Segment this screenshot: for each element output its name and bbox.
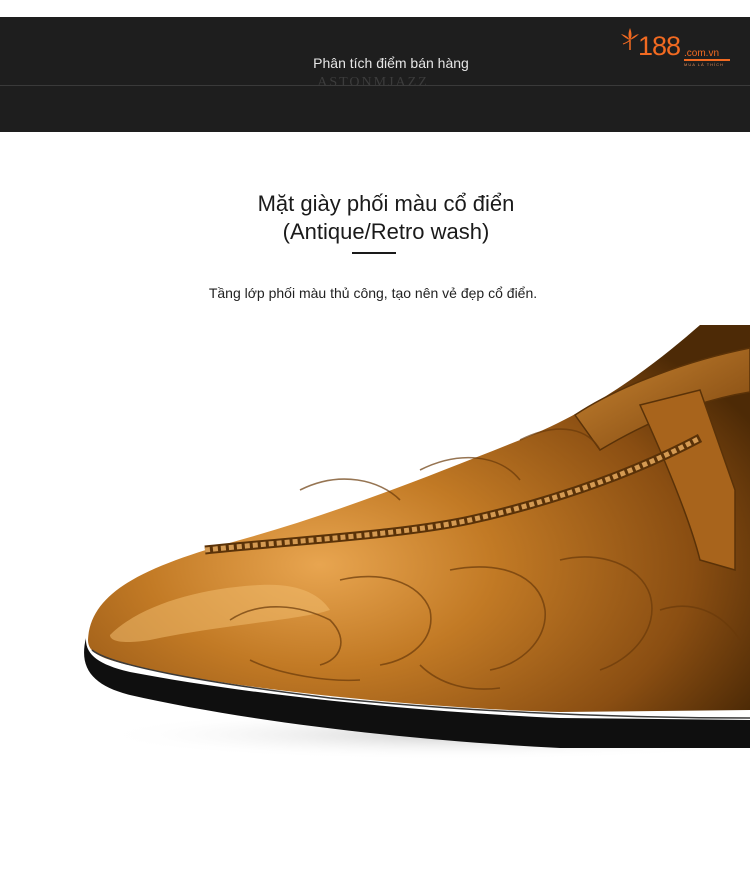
brand-watermark: ASTONMJAZZ [317,75,429,90]
section-title-line2: (Antique/Retro wash) [282,219,490,244]
logo-tagline: MUA LÀ THÍCH [684,62,724,67]
section-description: Tầng lớp phối màu thủ công, tạo nên vẻ đ… [208,285,538,301]
logo-number: 188 [638,31,681,61]
page-header: ASTONMJAZZ Phân tích điểm bán hàng 188 .… [0,17,750,132]
shoe-photo [60,325,750,760]
section-title-line1: Mặt giày phối màu cổ điển [257,191,515,216]
logo-underline [684,59,730,61]
logo-domain: .com.vn [684,48,720,59]
site-logo[interactable]: 188 .com.vn MUA LÀ THÍCH [618,24,733,70]
title-underline [352,252,396,254]
